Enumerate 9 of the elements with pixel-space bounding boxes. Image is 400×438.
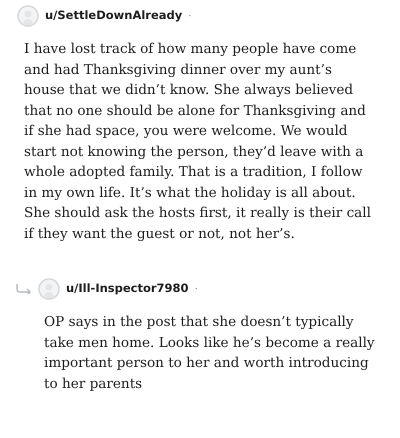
separator: ·	[188, 10, 192, 24]
comment-text: I have lost track of how many people have come and had Thanksgiving dinner over my aunt’s house that we didn’t know. She always believed that no one should be alone for Thanksgiving and if she had space, you were welcome. We would start not knowing the person, they’d leave with a whole adopted family. That is a tradition, I follow in my own life. It’s what the holiday is all about. She should ask the hosts first, it really is their call if they want the guest or not, not her’s.	[23, 40, 372, 244]
username[interactable]: u/Ill-Inspector7980	[66, 280, 189, 298]
avatar-icon	[17, 5, 39, 27]
separator: ·	[194, 282, 198, 296]
comment-text: OP says in the post that she doesn’t typically take men home. Looks like he’s become a really important person to her and worth introducing to her parents	[43, 313, 376, 394]
avatar-icon	[38, 278, 60, 300]
username[interactable]: u/SettleDownAlready	[45, 7, 182, 25]
reply-arrow-icon	[16, 284, 32, 294]
